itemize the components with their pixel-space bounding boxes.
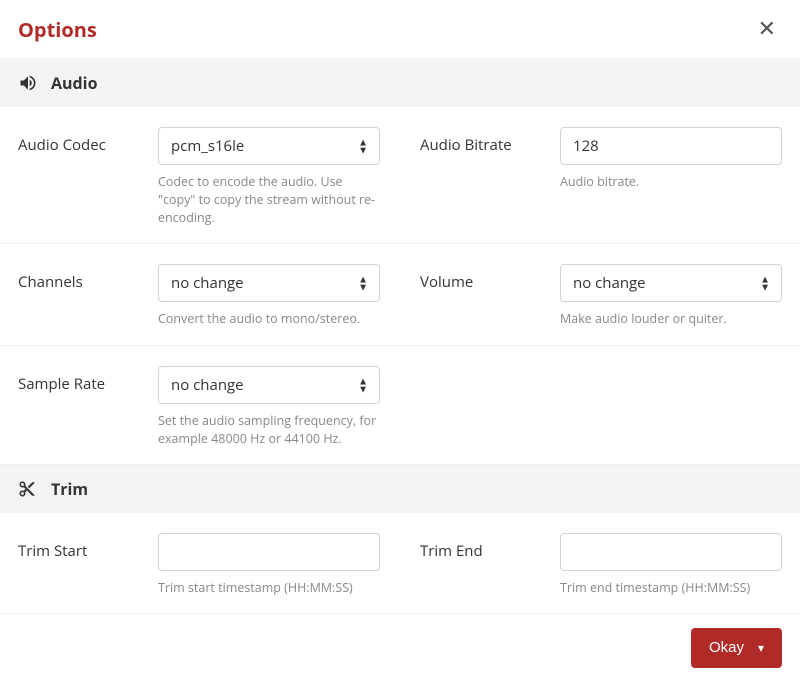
volume-select[interactable]: no change [560, 264, 782, 302]
dialog-footer: Okay ▾ [0, 613, 800, 682]
channels-select[interactable]: no change [158, 264, 380, 302]
help-audio-bitrate: Audio bitrate. [560, 173, 782, 191]
row-trim: Trim Start Trim start timestamp (HH:MM:S… [0, 513, 800, 613]
label-sample-rate: Sample Rate [18, 366, 158, 394]
section-header-trim: Trim [0, 464, 800, 513]
row-codec-bitrate: Audio Codec pcm_s16le ▲▼ Codec to encode… [0, 107, 800, 244]
label-volume: Volume [420, 264, 560, 292]
close-button[interactable]: ✕ [754, 14, 780, 44]
section-body-audio: Audio Codec pcm_s16le ▲▼ Codec to encode… [0, 107, 800, 464]
help-trim-start: Trim start timestamp (HH:MM:SS) [158, 579, 380, 597]
row-sample-rate: Sample Rate no change ▲▼ Set the audio s… [0, 346, 800, 464]
scissors-icon [18, 480, 38, 498]
sample-rate-select[interactable]: no change [158, 366, 380, 404]
options-dialog: Options ✕ Audio Audio Codec pcm_s16le ▲▼ [0, 0, 800, 633]
help-channels: Convert the audio to mono/stereo. [158, 310, 380, 328]
label-audio-codec: Audio Codec [18, 127, 158, 155]
okay-button[interactable]: Okay ▾ [691, 628, 782, 668]
field-trim-end: Trim End Trim end timestamp (HH:MM:SS) [420, 533, 782, 597]
label-audio-bitrate: Audio Bitrate [420, 127, 560, 155]
label-trim-start: Trim Start [18, 533, 158, 561]
section-header-audio: Audio [0, 58, 800, 107]
dialog-title: Options [18, 16, 97, 43]
field-sample-rate: Sample Rate no change ▲▼ Set the audio s… [18, 366, 380, 448]
field-volume: Volume no change ▲▼ Make audio louder or… [420, 264, 782, 328]
help-sample-rate: Set the audio sampling frequency, for ex… [158, 412, 380, 448]
chevron-down-icon: ▾ [758, 642, 764, 654]
label-channels: Channels [18, 264, 158, 292]
help-trim-end: Trim end timestamp (HH:MM:SS) [560, 579, 782, 597]
field-spacer [420, 366, 782, 448]
field-audio-bitrate: Audio Bitrate Audio bitrate. [420, 127, 782, 227]
label-trim-end: Trim End [420, 533, 560, 561]
audio-codec-select[interactable]: pcm_s16le [158, 127, 380, 165]
section-body-trim: Trim Start Trim start timestamp (HH:MM:S… [0, 513, 800, 613]
help-volume: Make audio louder or quiter. [560, 310, 782, 328]
field-audio-codec: Audio Codec pcm_s16le ▲▼ Codec to encode… [18, 127, 380, 227]
field-trim-start: Trim Start Trim start timestamp (HH:MM:S… [18, 533, 380, 597]
section-title-trim: Trim [51, 478, 88, 500]
trim-start-input[interactable] [158, 533, 380, 571]
trim-end-input[interactable] [560, 533, 782, 571]
audio-bitrate-input[interactable] [560, 127, 782, 165]
row-channels-volume: Channels no change ▲▼ Convert the audio … [0, 244, 800, 345]
close-icon: ✕ [758, 16, 776, 41]
section-title-audio: Audio [51, 72, 97, 94]
field-channels: Channels no change ▲▼ Convert the audio … [18, 264, 380, 328]
dialog-header: Options ✕ [0, 0, 800, 58]
help-audio-codec: Codec to encode the audio. Use "copy" to… [158, 173, 380, 227]
volume-icon [18, 73, 38, 93]
okay-button-label: Okay [709, 639, 744, 656]
